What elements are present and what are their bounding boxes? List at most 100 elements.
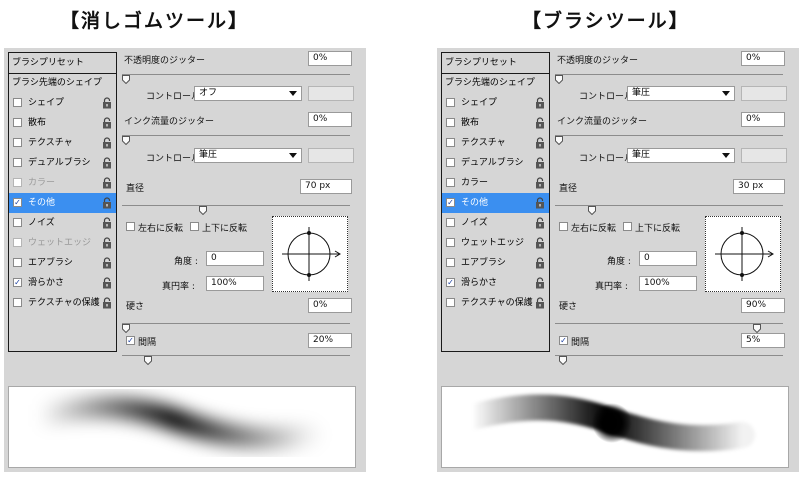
opacity-jitter-value[interactable]: 0% — [308, 51, 352, 66]
flow-jitter-value[interactable]: 0% — [741, 112, 785, 127]
slider-knob-icon[interactable] — [753, 318, 761, 334]
lock-icon[interactable] — [102, 237, 112, 249]
slider-knob-icon[interactable] — [122, 69, 130, 85]
spacing-checkbox[interactable]: ✓ — [126, 336, 135, 345]
opacity-jitter-slider[interactable] — [555, 69, 783, 85]
diameter-slider[interactable] — [122, 200, 350, 216]
sidebar-item-checkbox[interactable] — [446, 298, 455, 307]
opacity-jitter-value[interactable]: 0% — [741, 51, 785, 66]
opacity-jitter-slider[interactable] — [122, 69, 350, 85]
sidebar-item[interactable]: デュアルブラシ — [442, 153, 549, 173]
brush-presets-button[interactable]: ブラシプリセット — [9, 53, 116, 74]
lock-icon[interactable] — [102, 217, 112, 229]
lock-icon[interactable] — [535, 237, 545, 249]
sidebar-item-checkbox[interactable]: ✓ — [446, 198, 455, 207]
brush-angle-icon[interactable] — [706, 217, 780, 291]
sidebar-item[interactable]: テクスチャ — [9, 133, 116, 153]
sidebar-item-checkbox[interactable] — [13, 258, 22, 267]
lock-icon[interactable] — [535, 157, 545, 169]
lock-icon[interactable] — [535, 137, 545, 149]
sidebar-item[interactable]: 散布 — [442, 113, 549, 133]
lock-icon[interactable] — [102, 117, 112, 129]
sidebar-item[interactable]: テクスチャ — [442, 133, 549, 153]
sidebar-item-checkbox[interactable] — [446, 218, 455, 227]
lock-icon[interactable] — [102, 177, 112, 189]
spacing-slider[interactable] — [555, 350, 783, 366]
hardness-slider[interactable] — [122, 318, 350, 334]
flip-x-checkbox[interactable] — [559, 222, 568, 231]
roundness-value[interactable]: 100% — [639, 276, 697, 291]
hardness-value[interactable]: 0% — [308, 298, 352, 313]
brush-presets-button[interactable]: ブラシプリセット — [442, 53, 549, 74]
sidebar-item[interactable]: テクスチャの保護 — [442, 293, 549, 313]
lock-icon[interactable] — [102, 297, 112, 309]
spacing-value[interactable]: 5% — [741, 333, 785, 348]
sidebar-item-checkbox[interactable]: ✓ — [446, 278, 455, 287]
angle-roundness-widget[interactable] — [272, 216, 348, 292]
opacity-control-select[interactable]: 筆圧 — [627, 86, 735, 101]
flow-jitter-slider[interactable] — [555, 130, 783, 146]
sidebar-item[interactable]: ✓ 滑らかさ — [442, 273, 549, 293]
slider-knob-icon[interactable] — [559, 350, 567, 366]
flow-control-select[interactable]: 筆圧 — [194, 148, 302, 163]
lock-icon[interactable] — [535, 257, 545, 269]
slider-knob-icon[interactable] — [122, 318, 130, 334]
sidebar-item-checkbox[interactable] — [13, 238, 22, 247]
sidebar-item[interactable]: ウェットエッジ — [9, 233, 116, 253]
slider-knob-icon[interactable] — [199, 200, 207, 216]
slider-knob-icon[interactable] — [588, 200, 596, 216]
roundness-value[interactable]: 100% — [206, 276, 264, 291]
hardness-value[interactable]: 90% — [741, 298, 785, 313]
lock-icon[interactable] — [535, 297, 545, 309]
sidebar-item[interactable]: カラー — [9, 173, 116, 193]
sidebar-item[interactable]: シェイプ — [442, 93, 549, 113]
lock-icon[interactable] — [102, 157, 112, 169]
sidebar-item[interactable]: 散布 — [9, 113, 116, 133]
sidebar-item-checkbox[interactable] — [446, 178, 455, 187]
sidebar-item-checkbox[interactable] — [13, 118, 22, 127]
sidebar-item-checkbox[interactable] — [13, 138, 22, 147]
lock-icon[interactable] — [535, 197, 545, 209]
angle-roundness-widget[interactable] — [705, 216, 781, 292]
sidebar-item-checkbox[interactable] — [13, 298, 22, 307]
lock-icon[interactable] — [535, 177, 545, 189]
spacing-checkbox[interactable]: ✓ — [559, 336, 568, 345]
flip-y-checkbox[interactable] — [623, 222, 632, 231]
lock-icon[interactable] — [535, 217, 545, 229]
slider-knob-icon[interactable] — [555, 69, 563, 85]
sidebar-item-checkbox[interactable] — [13, 158, 22, 167]
brush-angle-icon[interactable] — [273, 217, 347, 291]
diameter-slider[interactable] — [555, 200, 783, 216]
sidebar-item-checkbox[interactable] — [446, 158, 455, 167]
sidebar-item-checkbox[interactable] — [13, 98, 22, 107]
sidebar-item-checkbox[interactable] — [13, 218, 22, 227]
hardness-slider[interactable] — [555, 318, 783, 334]
sidebar-item[interactable]: ✓ その他 — [442, 193, 549, 213]
sidebar-item-checkbox[interactable] — [446, 238, 455, 247]
flip-x-checkbox[interactable] — [126, 222, 135, 231]
sidebar-item[interactable]: エアブラシ — [442, 253, 549, 273]
flow-control-select[interactable]: 筆圧 — [627, 148, 735, 163]
flow-jitter-value[interactable]: 0% — [308, 112, 352, 127]
sidebar-item-checkbox[interactable] — [446, 258, 455, 267]
sidebar-item[interactable]: ✓ その他 — [9, 193, 116, 213]
sidebar-item[interactable]: テクスチャの保護 — [9, 293, 116, 313]
sidebar-item[interactable]: エアブラシ — [9, 253, 116, 273]
opacity-control-select[interactable]: オフ — [194, 86, 302, 101]
spacing-slider[interactable] — [122, 350, 350, 366]
sidebar-item-checkbox[interactable] — [13, 178, 22, 187]
lock-icon[interactable] — [535, 97, 545, 109]
lock-icon[interactable] — [102, 257, 112, 269]
angle-value[interactable]: 0 — [639, 251, 697, 266]
sidebar-item-checkbox[interactable]: ✓ — [13, 278, 22, 287]
lock-icon[interactable] — [102, 97, 112, 109]
slider-knob-icon[interactable] — [555, 130, 563, 146]
flow-jitter-slider[interactable] — [122, 130, 350, 146]
sidebar-item-checkbox[interactable] — [446, 138, 455, 147]
lock-icon[interactable] — [102, 197, 112, 209]
sidebar-item[interactable]: ✓ 滑らかさ — [9, 273, 116, 293]
slider-knob-icon[interactable] — [144, 350, 152, 366]
brush-tip-shape-item[interactable]: ブラシ先端のシェイプ — [9, 74, 116, 93]
sidebar-item[interactable]: カラー — [442, 173, 549, 193]
slider-knob-icon[interactable] — [122, 130, 130, 146]
